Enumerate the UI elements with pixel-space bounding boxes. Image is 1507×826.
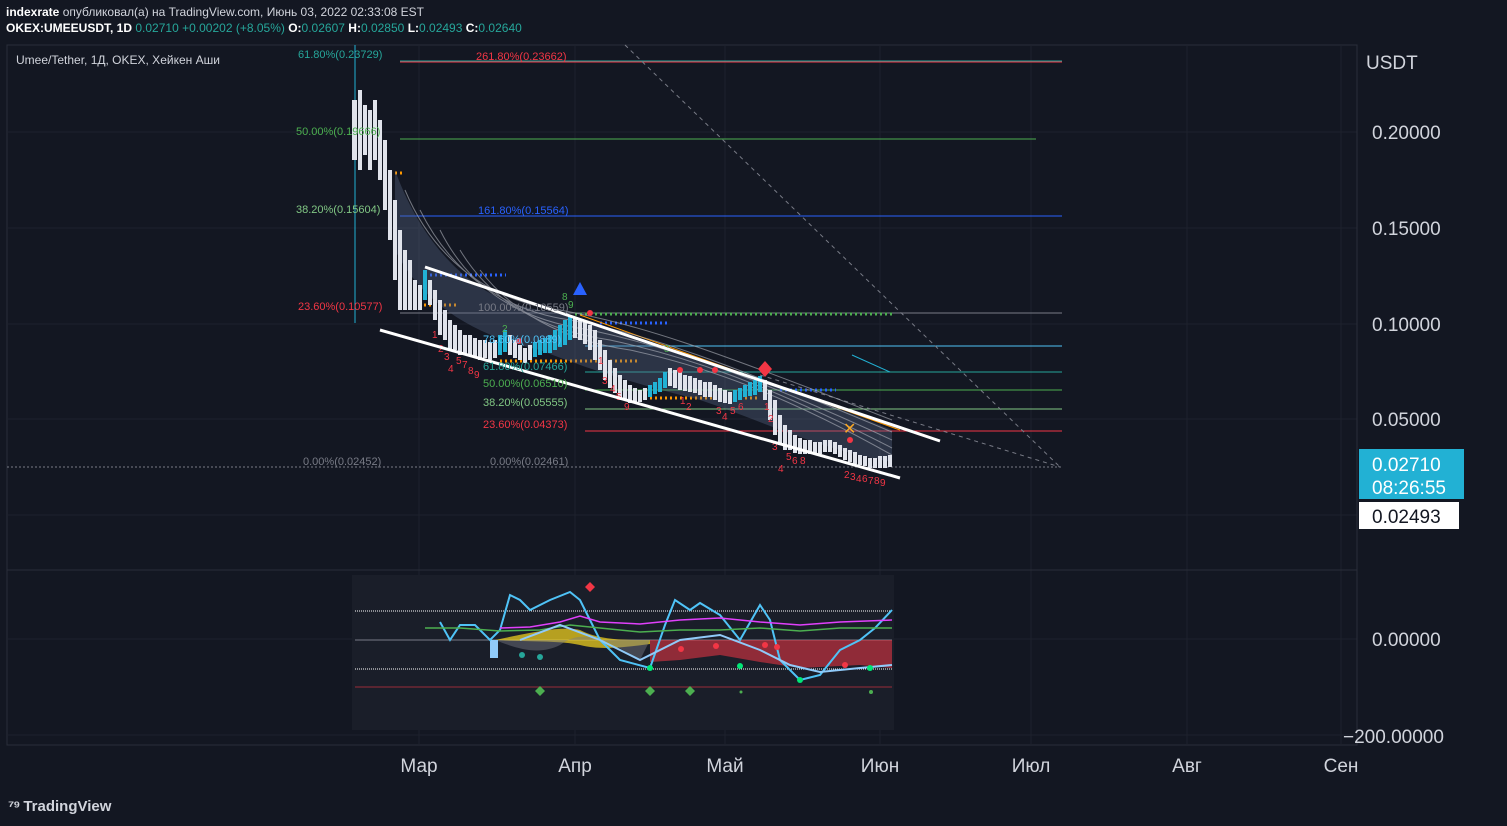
ma-cloud [395,170,892,462]
price-tick: 0.05000 [1372,410,1441,431]
fib-label-382: 38.20%(0.15604) [296,204,380,216]
fib-label-236: 23.60%(0.10577) [298,301,382,313]
price-axis[interactable]: USDT 0.20000 0.15000 0.10000 0.05000 0.0… [1343,53,1444,748]
svg-text:6: 6 [792,456,798,467]
fib-ext-label-2618: 261.80%(0.23662) [476,51,567,63]
svg-text:4: 4 [778,464,784,475]
fib-label-618: 61.80%(0.23729) [298,49,382,61]
svg-text:9: 9 [624,402,630,413]
low-price-value: 0.02493 [1372,507,1441,528]
fib-ext-label-50: 50.00%(0.06510) [483,378,567,390]
time-tick: Июл [1012,756,1051,777]
sell-diamond-icon [758,361,772,377]
fib-label-0: 0.00%(0.02452) [303,456,381,468]
x-cross-icon: ✕ [843,419,856,438]
svg-text:6: 6 [738,402,744,413]
time-tick: Май [706,756,743,777]
svg-text:1: 1 [598,356,604,367]
fib-ext-label-236: 23.60%(0.04373) [483,419,567,431]
time-axis[interactable]: Мар Апр Май Июн Июл Авг Сен [400,756,1358,777]
time-tick: Авг [1172,756,1202,777]
svg-text:9: 9 [880,478,886,489]
tradingview-brand: TradingView [23,798,112,815]
svg-text:4: 4 [448,364,454,375]
chart-title: Umee/Tether, 1Д, OKEX, Хейкен Аши [16,53,220,67]
fib-label-50: 50.00%(0.19666) [296,126,380,138]
price-axis-currency: USDT [1366,53,1418,74]
svg-text:8: 8 [800,456,806,467]
osc-blue-block [490,640,498,658]
svg-text:2: 2 [768,414,774,425]
price-tick: 0.20000 [1372,123,1441,144]
fib-ext-label-618: 61.80%(0.07466) [483,361,567,373]
red-dot-marker-2 [587,310,593,316]
red-dot-marker-4 [697,367,703,373]
fib-ext-label-1618: 161.80%(0.15564) [478,205,569,217]
fib-ext-label-382: 38.20%(0.05555) [483,397,567,409]
svg-text:9: 9 [474,370,480,381]
price-tick: 0.15000 [1372,219,1441,240]
red-dot-marker-5 [712,367,718,373]
last-price-value: 0.02710 [1372,455,1441,476]
red-dot-marker-3 [677,367,683,373]
tradingview-logo[interactable]: ⁷⁹ TradingView [8,798,111,815]
svg-text:1: 1 [432,330,438,341]
time-tick: Сен [1324,756,1359,777]
svg-text:5: 5 [730,406,736,417]
fib-ext-label-0: 0.00%(0.02461) [490,456,568,468]
fib-labels-ext: 261.80%(0.23662) 161.80%(0.15564) 100.00… [476,51,569,468]
cyan-trend-segment [851,354,891,373]
price-tick: 0.00000 [1372,630,1441,651]
price-chart[interactable]: 1234 5789 13459 123456 1234568 2346789 8… [0,0,1507,826]
svg-text:1: 1 [764,402,770,413]
svg-text:2: 2 [686,402,692,413]
svg-text:4: 4 [722,412,728,423]
svg-text:3: 3 [444,352,450,363]
tradingview-logo-icon: ⁷⁹ [8,798,20,815]
price-tick: 0.10000 [1372,315,1441,336]
svg-text:9: 9 [568,300,574,311]
time-tick: Апр [558,756,592,777]
time-tick: Мар [400,756,437,777]
svg-text:3: 3 [602,376,608,387]
bar-countdown: 08:26:55 [1372,478,1446,499]
price-tick: −200.00000 [1343,727,1444,748]
time-tick: Июн [861,756,899,777]
fib-ext-label-100: 100.00%(0.10559) [478,302,569,314]
fib-ext-label-786: 78.60%(0.0889) [483,334,561,346]
